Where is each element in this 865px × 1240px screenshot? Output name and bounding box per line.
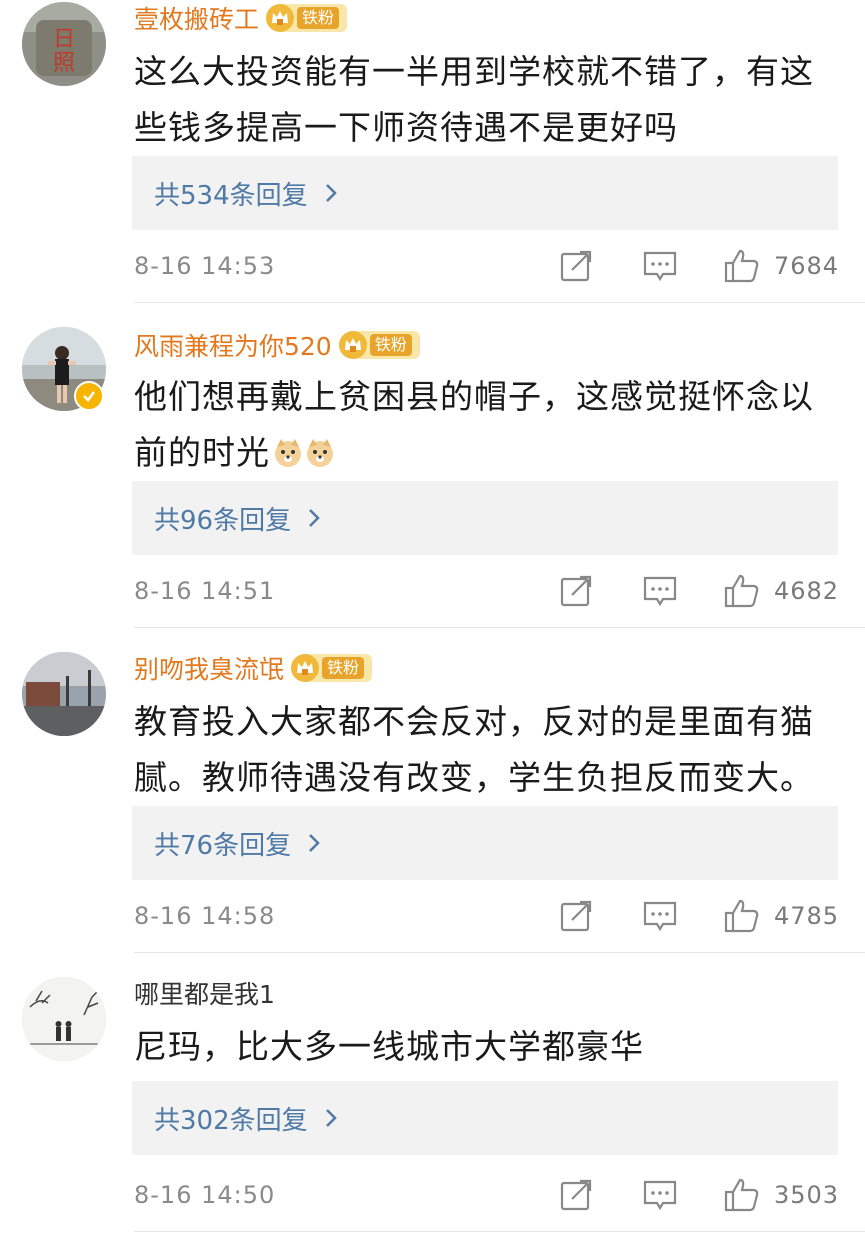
username-row: 壹枚搬砖工 铁粉 — [134, 0, 348, 36]
chevron-right-icon — [309, 834, 320, 852]
meta-row: 8-16 14:50 3503 — [134, 1175, 844, 1215]
fan-badge-label: 铁粉 — [297, 7, 340, 29]
fan-badge-label: 铁粉 — [322, 657, 365, 679]
chevron-right-icon — [309, 509, 320, 527]
fan-badge: 铁粉 — [291, 654, 373, 682]
username-row: 哪里都是我1 — [134, 975, 275, 1011]
reply-icon[interactable] — [642, 898, 678, 934]
username[interactable]: 壹枚搬砖工 — [134, 0, 259, 36]
username-row: 风雨兼程为你520 铁粉 — [134, 327, 420, 363]
fan-badge-label: 铁粉 — [369, 334, 412, 356]
avatar[interactable] — [22, 977, 106, 1061]
replies-count-label: 共302条回复 — [154, 1105, 308, 1136]
divider — [134, 952, 865, 953]
timestamp: 8-16 14:58 — [134, 902, 276, 930]
reply-box[interactable]: 共302条回复 — [132, 1081, 838, 1155]
reply-icon[interactable] — [642, 573, 678, 609]
crown-icon — [291, 654, 320, 682]
view-replies-link[interactable]: 共76条回复 — [154, 825, 321, 862]
svg-text:照: 照 — [53, 51, 75, 76]
comment-text-body: 他们想再戴上贫困县的帽子，这感觉挺怀念以前的时光 — [134, 377, 814, 472]
divider — [134, 627, 865, 628]
view-replies-link[interactable]: 共302条回复 — [154, 1100, 338, 1137]
like-icon[interactable] — [724, 573, 760, 609]
comment-text: 尼玛，比大多一线城市大学都豪华 — [134, 1027, 644, 1066]
timestamp: 8-16 14:53 — [134, 252, 276, 280]
username-row: 别吻我臭流氓 铁粉 — [134, 650, 373, 686]
reply-icon[interactable] — [642, 1177, 678, 1213]
comment-text: 教育投入大家都不会反对，反对的是里面有猫腻。教师待遇没有改变，学生负担反而变大。 — [134, 702, 814, 797]
share-icon[interactable] — [558, 248, 594, 284]
timestamp: 8-16 14:51 — [134, 577, 276, 605]
doge-emoji — [275, 439, 301, 467]
fan-badge: 铁粉 — [266, 4, 348, 32]
like-icon[interactable] — [724, 898, 760, 934]
reply-icon[interactable] — [642, 248, 678, 284]
view-replies-link[interactable]: 共534条回复 — [154, 175, 338, 212]
username[interactable]: 风雨兼程为你520 — [134, 327, 332, 363]
replies-count-label: 共96条回复 — [154, 505, 292, 536]
meta-row: 8-16 14:58 4785 — [134, 896, 844, 936]
fan-badge: 铁粉 — [338, 331, 420, 359]
like-count: 7684 — [774, 252, 840, 280]
share-icon[interactable] — [558, 573, 594, 609]
doge-emoji — [307, 439, 333, 467]
reply-box[interactable]: 共76条回复 — [132, 806, 838, 880]
comment-text: 他们想再戴上贫困县的帽子，这感觉挺怀念以前的时光 — [134, 369, 834, 481]
like-count: 4682 — [774, 577, 840, 605]
chevron-right-icon — [325, 184, 337, 202]
svg-text:日: 日 — [53, 27, 75, 52]
comment-feed: 日 照 壹枚搬砖工 铁粉 这么大投资能有一半用到学校就不错了，有这些钱多提高一下… — [0, 0, 865, 1240]
replies-count-label: 共76条回复 — [154, 830, 292, 861]
comment-text: 这么大投资能有一半用到学校就不错了，有这些钱多提高一下师资待遇不是更好吗 — [134, 52, 814, 147]
view-replies-link[interactable]: 共96条回复 — [154, 500, 321, 537]
divider — [134, 1231, 865, 1232]
timestamp: 8-16 14:50 — [134, 1181, 276, 1209]
divider — [134, 302, 865, 303]
avatar[interactable] — [22, 652, 106, 736]
like-icon[interactable] — [724, 1177, 760, 1213]
share-icon[interactable] — [558, 898, 594, 934]
reply-box[interactable]: 共534条回复 — [132, 156, 838, 230]
avatar[interactable]: 日 照 — [22, 2, 106, 86]
username[interactable]: 别吻我臭流氓 — [134, 650, 284, 686]
like-icon[interactable] — [724, 248, 760, 284]
like-count: 3503 — [774, 1181, 840, 1209]
username[interactable]: 哪里都是我1 — [134, 975, 275, 1011]
verified-icon — [74, 381, 104, 411]
share-icon[interactable] — [558, 1177, 594, 1213]
crown-icon — [338, 331, 367, 359]
like-count: 4785 — [774, 902, 840, 930]
meta-row: 8-16 14:53 7684 — [134, 246, 844, 286]
replies-count-label: 共534条回复 — [154, 180, 308, 211]
reply-box[interactable]: 共96条回复 — [132, 481, 838, 555]
chevron-right-icon — [325, 1109, 337, 1127]
meta-row: 8-16 14:51 4682 — [134, 571, 844, 611]
crown-icon — [266, 4, 295, 32]
